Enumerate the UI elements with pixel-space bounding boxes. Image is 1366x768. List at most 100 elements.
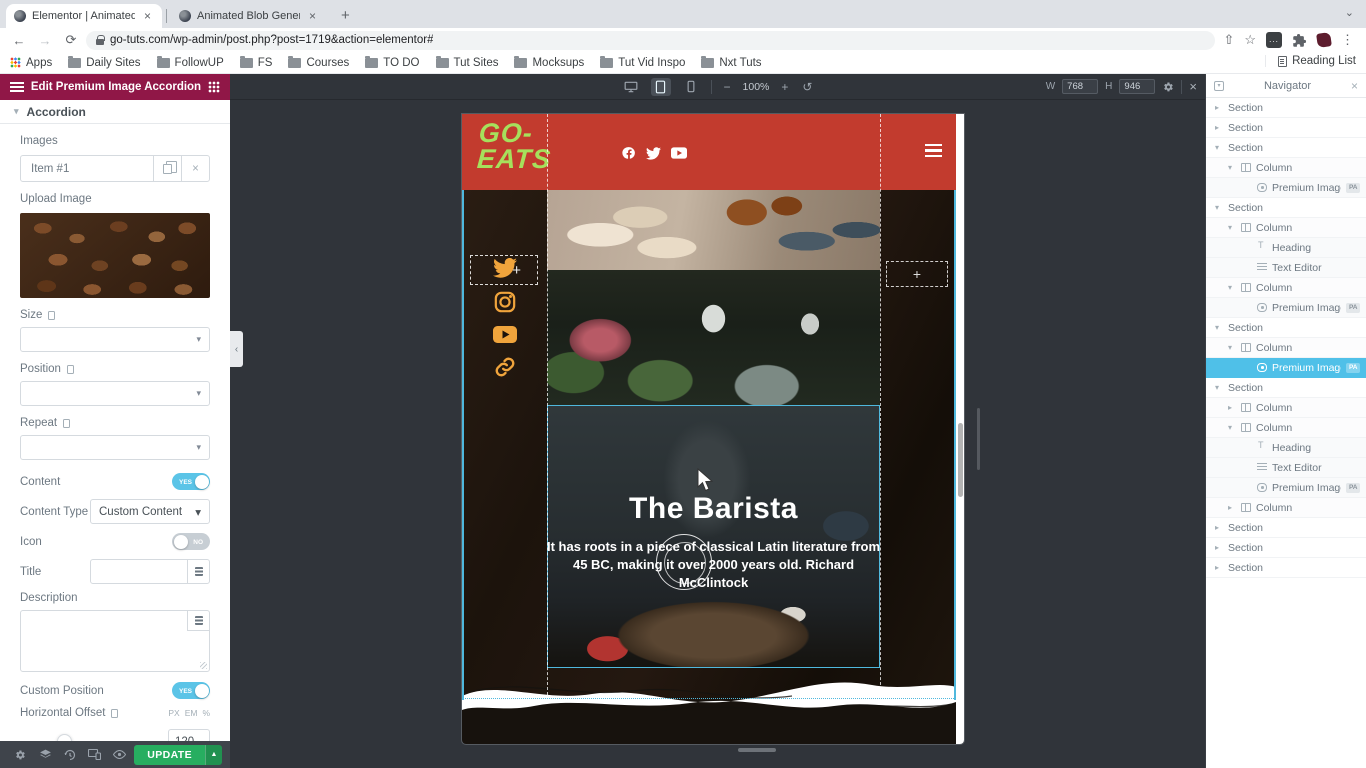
navigator-row[interactable]: Premium Image Accordion PA xyxy=(1206,478,1366,498)
navigator-row[interactable]: Column xyxy=(1206,158,1366,178)
navigator-row[interactable]: Section xyxy=(1206,518,1366,538)
navigator-row[interactable]: Section xyxy=(1206,318,1366,338)
bookmark-star-icon[interactable]: ☆ xyxy=(1244,32,1256,48)
bookmark-item[interactable]: Courses xyxy=(288,55,349,69)
twitter-widget-selection-box[interactable]: + xyxy=(470,255,538,285)
tree-caret-icon[interactable] xyxy=(1215,523,1223,532)
responsive-device-icon[interactable] xyxy=(63,418,71,428)
navigator-row[interactable]: Section xyxy=(1206,138,1366,158)
unit-option[interactable]: PX xyxy=(168,708,179,718)
update-button[interactable]: UPDATE xyxy=(134,744,206,765)
tree-caret-icon[interactable] xyxy=(1215,203,1223,212)
panel-menu-icon[interactable] xyxy=(10,82,24,92)
navigator-row[interactable]: Heading xyxy=(1206,438,1366,458)
bookmark-item[interactable]: Apps xyxy=(10,57,52,69)
tree-caret-icon[interactable] xyxy=(1228,503,1236,512)
navigator-row[interactable]: Premium Image Accordion PA xyxy=(1206,178,1366,198)
repeat-select[interactable]: ▾ xyxy=(20,435,210,460)
navigator-row[interactable]: Text Editor xyxy=(1206,258,1366,278)
close-preview-icon[interactable]: × xyxy=(1189,79,1197,94)
navigator-row[interactable]: Section xyxy=(1206,378,1366,398)
link-icon[interactable] xyxy=(494,356,516,378)
responsive-device-icon[interactable] xyxy=(111,708,119,718)
bookmark-item[interactable]: Tut Vid Inspo xyxy=(600,55,685,69)
navigator-row[interactable]: Section xyxy=(1206,198,1366,218)
accordion-item-row[interactable]: Item #1 × xyxy=(20,155,210,182)
url-bar[interactable]: go-tuts.com/wp-admin/post.php?post=1719&… xyxy=(86,30,1216,50)
widgets-grid-icon[interactable] xyxy=(208,81,220,93)
tree-caret-icon[interactable] xyxy=(1215,563,1223,572)
tree-caret-icon[interactable] xyxy=(1215,143,1223,152)
navigator-row[interactable]: Column xyxy=(1206,418,1366,438)
browser-menu-icon[interactable]: ⋮ xyxy=(1341,32,1354,48)
size-select[interactable]: ▾ xyxy=(20,327,210,352)
tree-caret-icon[interactable] xyxy=(1228,423,1236,432)
title-input[interactable] xyxy=(91,560,187,583)
tree-caret-icon[interactable] xyxy=(1215,123,1223,132)
reload-button[interactable]: ⟳ xyxy=(60,32,82,48)
accordion-item-pastries[interactable] xyxy=(547,190,880,270)
custom-position-toggle[interactable]: YES xyxy=(172,682,210,699)
unit-option[interactable]: % xyxy=(202,708,210,718)
tree-caret-icon[interactable] xyxy=(1228,163,1236,172)
preview-eye-icon[interactable] xyxy=(107,750,132,759)
navigator-row[interactable]: Premium Image Accordion PA xyxy=(1206,298,1366,318)
navigator-close-icon[interactable]: × xyxy=(1351,79,1358,93)
navigator-row[interactable]: Column xyxy=(1206,218,1366,238)
tree-caret-icon[interactable] xyxy=(1228,223,1236,232)
horizontal-offset-input[interactable] xyxy=(168,729,210,741)
bookmark-item[interactable]: Mocksups xyxy=(514,55,584,69)
tree-caret-icon[interactable] xyxy=(1215,383,1223,392)
extension-password-icon[interactable]: ... xyxy=(1266,32,1282,48)
window-chevron-icon[interactable]: ⌄ xyxy=(1345,6,1354,19)
navigator-row[interactable]: Section xyxy=(1206,118,1366,138)
tree-caret-icon[interactable] xyxy=(1215,103,1223,112)
bookmark-item[interactable]: FS xyxy=(239,55,272,69)
navigator-row[interactable]: Column xyxy=(1206,498,1366,518)
tree-caret-icon[interactable] xyxy=(1215,543,1223,552)
duplicate-item-button[interactable] xyxy=(153,156,181,181)
accordion-section-header[interactable]: ▾ Accordion xyxy=(0,100,230,124)
navigator-row[interactable]: Column xyxy=(1206,398,1366,418)
tree-caret-icon[interactable] xyxy=(1228,343,1236,352)
extension-avatar-icon[interactable] xyxy=(1316,32,1332,48)
bookmark-item[interactable]: Daily Sites xyxy=(68,55,141,69)
tree-caret-icon[interactable] xyxy=(1228,283,1236,292)
responsive-device-icon[interactable] xyxy=(48,310,56,320)
tree-caret-icon[interactable] xyxy=(1215,323,1223,332)
tab-close-icon[interactable]: × xyxy=(141,9,154,23)
canvas-width-input[interactable] xyxy=(1062,79,1099,94)
navigator-row[interactable]: Heading xyxy=(1206,238,1366,258)
coffee-beans-image-thumbnail[interactable] xyxy=(20,213,210,298)
browser-tab-inactive[interactable]: Animated Blob Generator - Sna × xyxy=(171,4,327,28)
slider-handle[interactable] xyxy=(57,733,73,741)
dynamic-tags-button[interactable] xyxy=(187,611,209,631)
extensions-puzzle-icon[interactable] xyxy=(1292,33,1307,48)
accordion-item-barista-selected[interactable]: The Barista It has roots in a piece of c… xyxy=(547,405,880,668)
horizontal-scroll-handle[interactable] xyxy=(738,748,776,752)
navigator-row[interactable]: Section xyxy=(1206,558,1366,578)
add-widget-box[interactable]: + xyxy=(886,261,948,287)
device-desktop-button[interactable] xyxy=(621,78,641,96)
new-tab-button[interactable]: + xyxy=(335,7,356,24)
device-tablet-button[interactable] xyxy=(650,77,671,96)
description-textarea[interactable] xyxy=(20,610,210,672)
back-button[interactable]: ← xyxy=(8,33,30,48)
responsive-mode-icon[interactable] xyxy=(83,749,108,760)
bookmark-item[interactable]: FollowUP xyxy=(156,55,224,69)
navigator-row[interactable]: Column xyxy=(1206,278,1366,298)
workspace-scrollbar-thumb[interactable] xyxy=(977,408,980,470)
facebook-icon[interactable] xyxy=(622,146,636,160)
remove-item-button[interactable]: × xyxy=(181,156,209,181)
navigator-row[interactable]: Text Editor xyxy=(1206,458,1366,478)
mobile-menu-icon[interactable] xyxy=(925,144,942,157)
bookmark-item[interactable]: Tut Sites xyxy=(435,55,498,69)
bookmark-item[interactable]: Nxt Tuts xyxy=(701,55,762,69)
navigator-layers-icon[interactable] xyxy=(33,748,58,761)
site-header[interactable]: GO- EATS xyxy=(462,114,956,190)
accordion-item-restaurant[interactable] xyxy=(547,270,880,405)
zoom-out-button[interactable]: − xyxy=(722,80,733,94)
zoom-in-button[interactable]: + xyxy=(779,80,790,94)
navigator-row[interactable]: Premium Image Accordion PA xyxy=(1206,358,1366,378)
instagram-icon[interactable] xyxy=(494,291,516,313)
